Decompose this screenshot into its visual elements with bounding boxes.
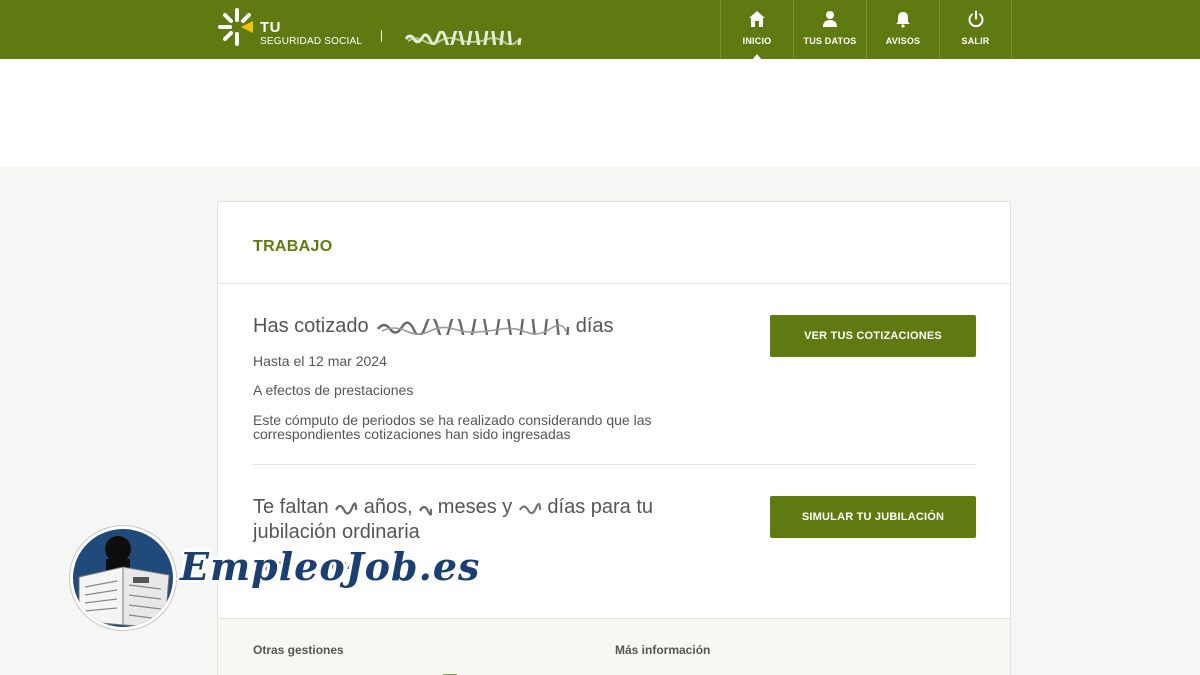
- redacted-days: [518, 502, 541, 514]
- main-nav: INICIO TUS DATOS AVISOS SALIR: [720, 0, 1012, 59]
- watermark-text: EmpleoJob.es: [180, 544, 481, 589]
- card-title: TRABAJO: [253, 238, 333, 255]
- power-icon: [968, 10, 983, 28]
- simulate-retirement-button[interactable]: SIMULAR TU JUBILACIÓN: [770, 496, 976, 538]
- seguridad-social-logo-icon: [218, 8, 253, 46]
- nav-salir[interactable]: SALIR: [939, 0, 1012, 59]
- contributions-note-line-2: correspondientes cotizaciones han sido i…: [253, 426, 571, 442]
- contributions-heading: Has cotizado días: [253, 314, 614, 339]
- nav-salir-label: SALIR: [961, 36, 990, 46]
- retirement-heading-part-3: meses y: [437, 496, 513, 518]
- redacted-contribution-period: [377, 318, 570, 335]
- nav-inicio-label: INICIO: [742, 36, 772, 46]
- bell-icon: [896, 12, 910, 28]
- contributions-date: Hasta el 12 mar 2024: [253, 353, 387, 369]
- more-info-heading: Más información: [615, 643, 711, 657]
- redacted-user-name: [404, 31, 522, 45]
- view-contributions-button[interactable]: VER TUS COTIZACIONES: [770, 315, 976, 357]
- retirement-heading: Te faltan años, meses y días para tu: [253, 495, 653, 520]
- newspaper-reader-icon: [78, 536, 170, 627]
- top-navigation-bar: TU SEGURIDAD SOCIAL INICIO TUS DATOS AVI…: [0, 0, 1200, 59]
- contributions-heading-suffix: días: [575, 315, 614, 337]
- header-white-band: [0, 59, 1200, 167]
- user-icon: [823, 11, 837, 27]
- watermark-logo-badge: [70, 526, 176, 630]
- logo-name-text: SEGURIDAD SOCIAL: [260, 36, 363, 47]
- retirement-heading-part-2: años,: [363, 496, 413, 518]
- empleojob-watermark: EmpleoJob.es: [70, 522, 479, 632]
- nav-inicio[interactable]: INICIO: [720, 0, 793, 59]
- other-procedures-heading: Otras gestiones: [253, 643, 344, 657]
- logo-tu-text: TU: [260, 19, 281, 36]
- retirement-heading-part-1: Te faltan: [253, 496, 329, 518]
- card-title-divider: [218, 283, 1010, 284]
- seguridad-social-logo[interactable]: TU SEGURIDAD SOCIAL: [217, 7, 362, 51]
- nav-avisos-label: AVISOS: [885, 36, 921, 46]
- header-separator: [381, 30, 382, 42]
- retirement-heading-part-4: días para tu: [547, 496, 654, 518]
- redacted-months: [419, 505, 433, 516]
- section-divider: [253, 464, 976, 465]
- contributions-note-line-1: Este cómputo de periodos se ha realizado…: [253, 412, 652, 428]
- contributions-effects: A efectos de prestaciones: [253, 382, 414, 398]
- nav-tus-datos[interactable]: TUS DATOS: [793, 0, 866, 59]
- home-icon: [749, 11, 765, 27]
- contributions-heading-prefix: Has cotizado: [253, 315, 369, 337]
- redacted-years: [335, 502, 358, 515]
- nav-tus-datos-label: TUS DATOS: [803, 36, 857, 46]
- nav-avisos[interactable]: AVISOS: [866, 0, 939, 59]
